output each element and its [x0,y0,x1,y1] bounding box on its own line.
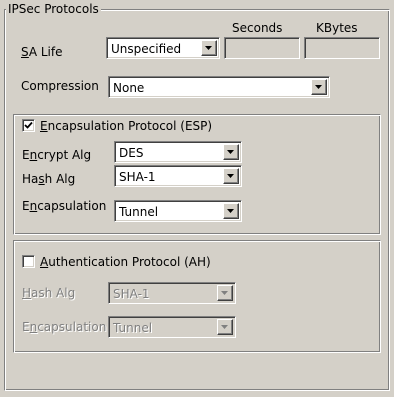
seconds-column-header: Seconds [232,21,283,35]
ah-label[interactable]: Authentication Protocol (AH) [40,254,211,270]
esp-hash-alg-value: SHA-1 [119,170,156,184]
sa-life-value: Unspecified [111,42,182,56]
chevron-down-icon [227,174,234,178]
ah-hash-alg-select: SHA-1 [108,282,236,304]
chevron-down-icon [205,46,212,50]
ah-encapsulation-select: Tunnel [108,316,236,338]
esp-encapsulation-select[interactable]: Tunnel [114,200,242,222]
chevron-down-icon [221,291,228,295]
checkmark-icon [24,121,33,129]
ah-checkbox[interactable] [22,255,35,268]
kbytes-column-header: KBytes [316,21,358,35]
chevron-down-icon [315,85,322,89]
esp-encapsulation-dropdown-button[interactable] [223,203,239,219]
esp-hash-alg-dropdown-button[interactable] [223,168,239,184]
esp-hash-alg-select[interactable]: SHA-1 [114,165,242,187]
esp-label[interactable]: Encapsulation Protocol (ESP) [40,118,212,134]
chevron-down-icon [227,150,234,154]
ah-hash-alg-value: SHA-1 [113,287,150,301]
ah-hash-alg-dropdown-button [217,285,233,301]
compression-value: None [113,81,145,95]
chevron-down-icon [227,209,234,213]
sa-life-kbytes-field [304,37,380,59]
sa-life-dropdown-button[interactable] [201,40,217,56]
esp-hash-alg-label: Hash Alg [22,172,76,186]
esp-checkbox[interactable] [22,119,35,132]
esp-encrypt-alg-label: Encrypt Alg [22,148,92,162]
sa-life-select[interactable]: Unspecified [106,37,220,59]
esp-encapsulation-value: Tunnel [119,205,159,219]
esp-encapsulation-label: Encapsulation [22,199,107,213]
ah-encapsulation-value: Tunnel [113,321,153,335]
sa-life-label: SA Life [21,45,63,59]
chevron-down-icon [221,325,228,329]
compression-select[interactable]: None [108,76,330,98]
ah-encapsulation-dropdown-button [217,319,233,335]
sa-life-seconds-field [224,37,300,59]
esp-encrypt-alg-select[interactable]: DES [114,141,242,163]
esp-encrypt-alg-dropdown-button[interactable] [223,144,239,160]
esp-encrypt-alg-value: DES [119,146,144,160]
ipsec-protocols-title: IPSec Protocols [6,2,101,16]
ah-hash-alg-label: Hash Alg [22,286,76,300]
compression-dropdown-button[interactable] [311,79,327,95]
compression-label: Compression [21,79,99,93]
ah-encapsulation-label: Encapsulation [22,320,107,334]
